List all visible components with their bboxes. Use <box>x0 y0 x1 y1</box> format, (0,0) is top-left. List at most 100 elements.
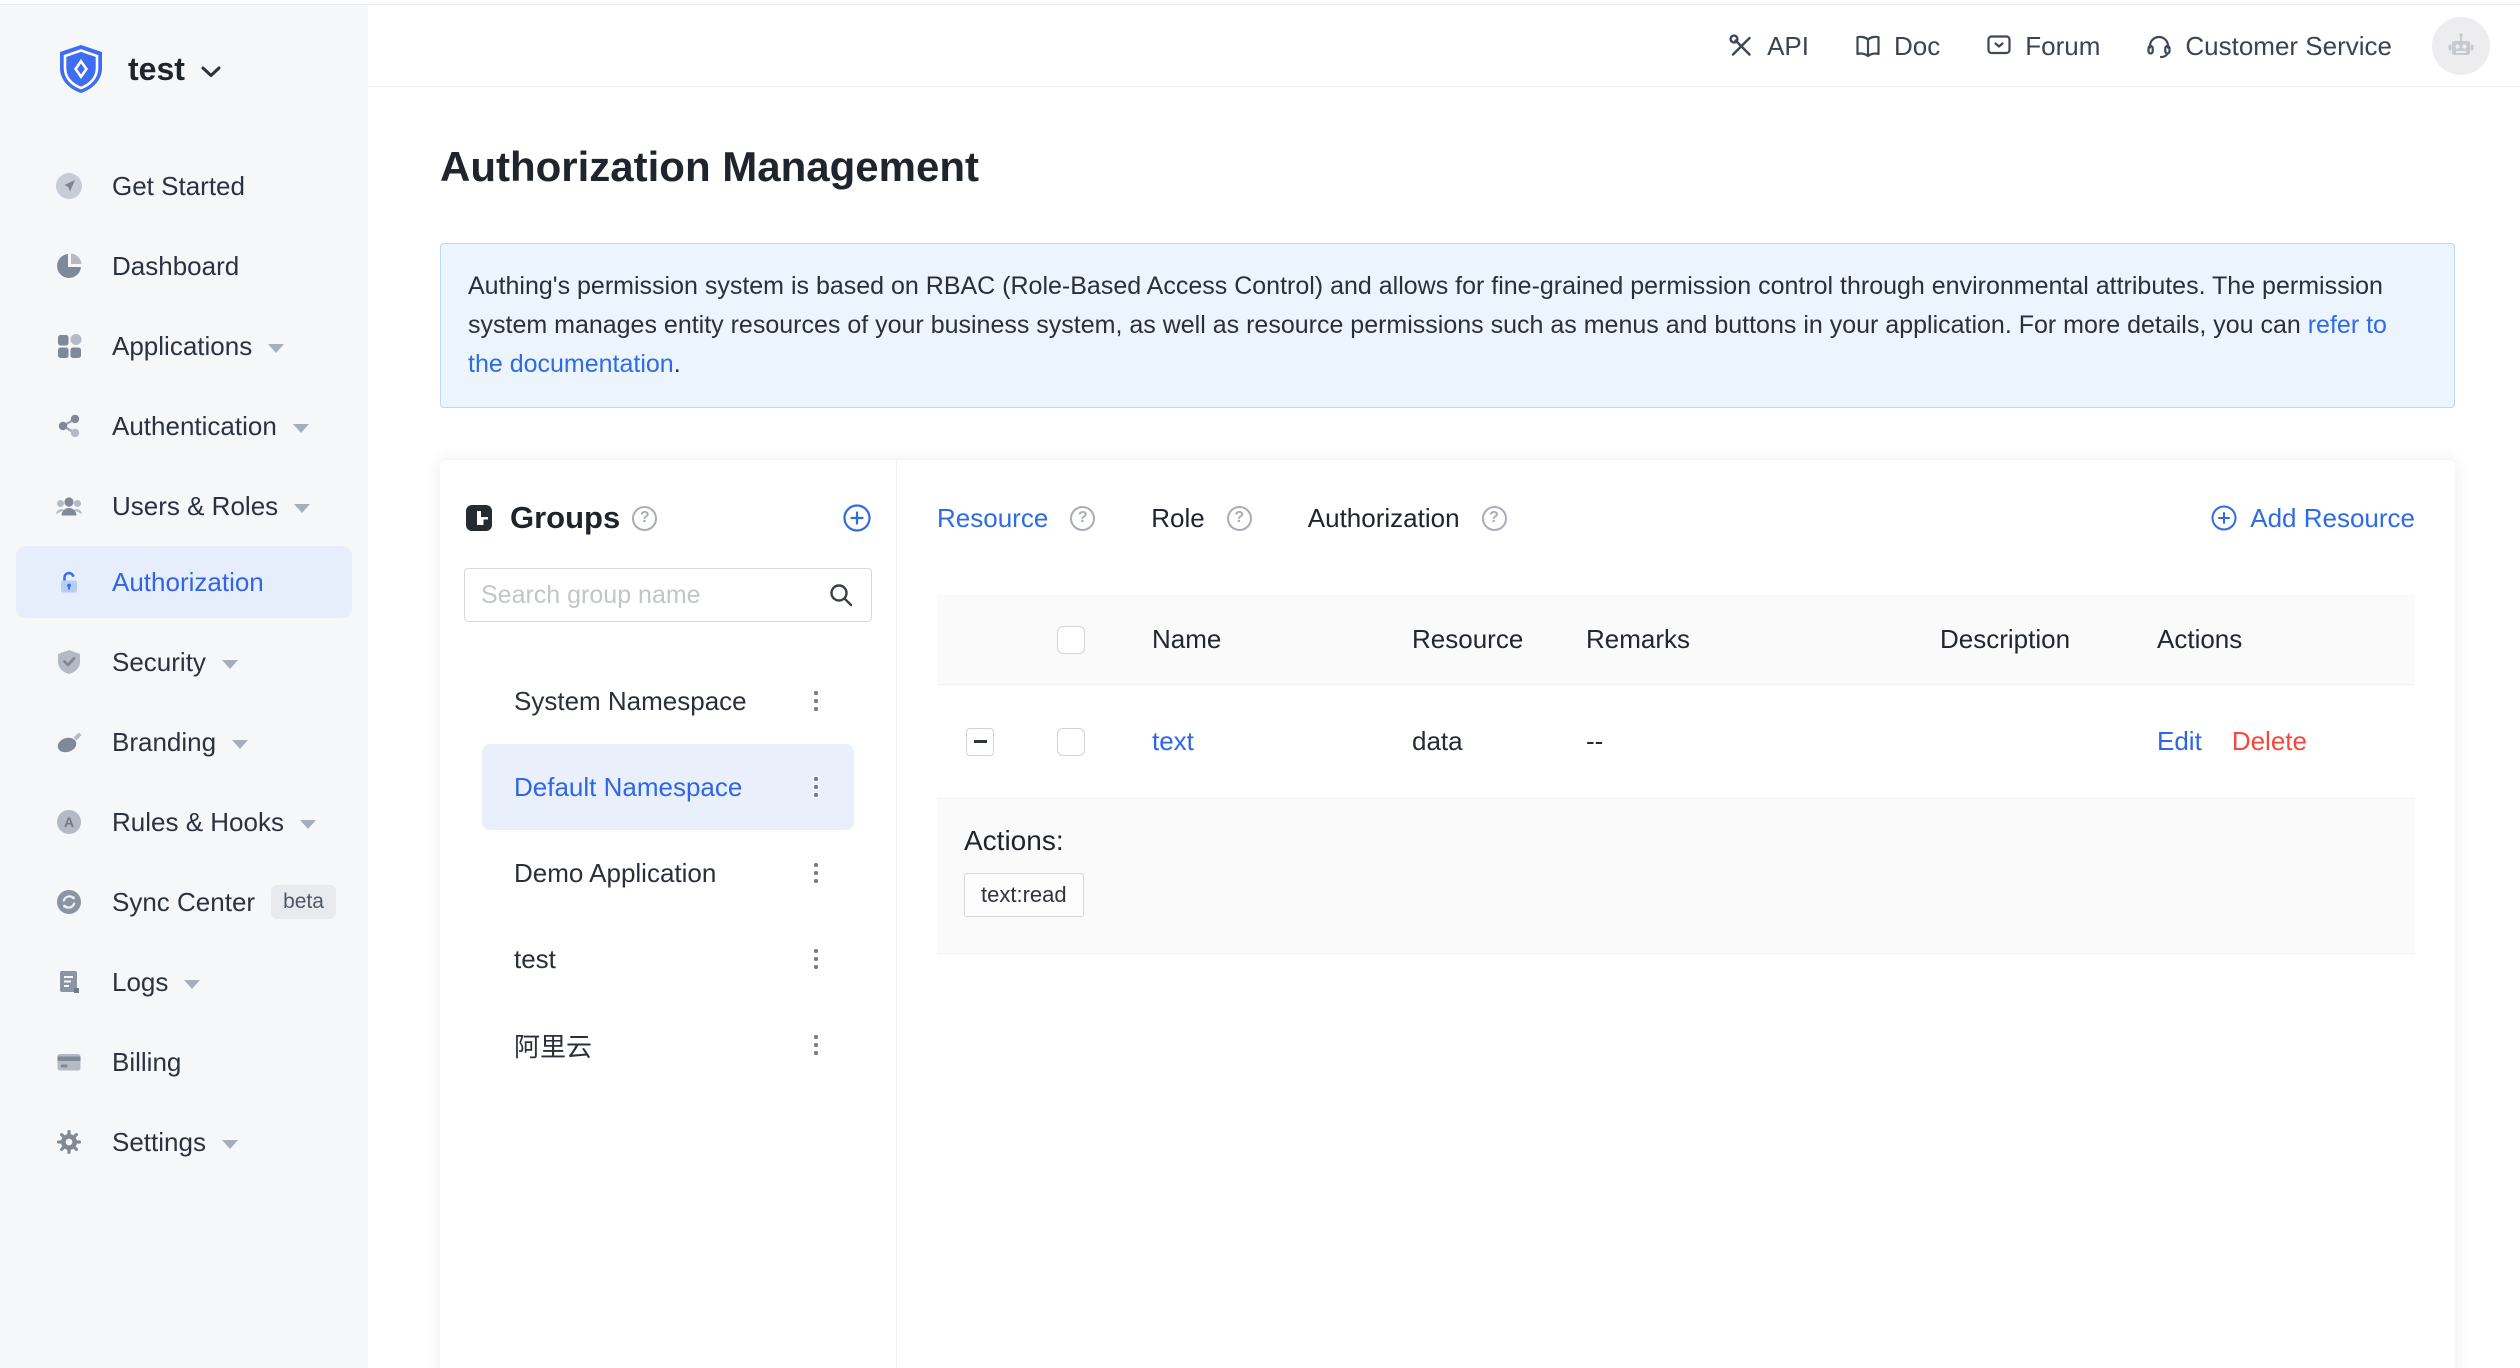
shield-check-icon <box>54 647 84 677</box>
info-banner: Authing's permission system is based on … <box>440 243 2455 408</box>
delete-button[interactable]: Delete <box>2232 726 2307 757</box>
paint-brush-icon <box>54 727 84 757</box>
expanded-row-detail: Actions: text:read <box>937 799 2415 954</box>
resource-panel: Resource ? Role ? Authorization ? Add Re… <box>897 460 2455 1368</box>
customer-service-link[interactable]: Customer Service <box>2144 31 2392 62</box>
group-list: System Namespace Default Namespace Demo … <box>464 658 872 1088</box>
beta-badge: beta <box>271 885 336 919</box>
lock-icon <box>54 567 84 597</box>
group-search-input[interactable] <box>481 581 827 610</box>
sidebar-item-dashboard[interactable]: Dashboard <box>0 226 368 306</box>
tab-role[interactable]: Role ? <box>1151 503 1251 534</box>
chevron-down-icon <box>294 504 310 513</box>
tab-authorization[interactable]: Authorization ? <box>1308 503 1507 534</box>
users-group-icon <box>54 491 84 521</box>
collapse-row-button[interactable] <box>966 728 994 756</box>
sidebar-item-billing[interactable]: Billing <box>0 1022 368 1102</box>
tabs-row: Resource ? Role ? Authorization ? Add Re… <box>937 496 2415 540</box>
column-header-name: Name <box>1119 624 1379 655</box>
chevron-down-icon <box>184 980 200 989</box>
group-search <box>464 568 872 622</box>
group-item-aliyun[interactable]: 阿里云 <box>482 1002 854 1088</box>
sidebar-item-sync-center[interactable]: Sync Center beta <box>0 862 368 942</box>
select-all-checkbox[interactable] <box>1057 626 1085 654</box>
doc-link[interactable]: Doc <box>1853 31 1940 62</box>
credit-card-icon <box>54 1047 84 1077</box>
row-actions: Edit Delete <box>2124 726 2415 757</box>
chevron-down-icon <box>222 1140 238 1149</box>
sidebar-item-authentication[interactable]: Authentication <box>0 386 368 466</box>
groups-title: Groups <box>510 500 620 536</box>
add-group-button[interactable] <box>842 503 872 533</box>
user-avatar[interactable] <box>2432 17 2490 75</box>
table-header-row: Name Resource Remarks Description Action… <box>937 595 2415 685</box>
page-title: Authorization Management <box>440 143 2520 191</box>
gear-icon <box>54 1127 84 1157</box>
sidebar-item-settings[interactable]: Settings <box>0 1102 368 1182</box>
groups-icon <box>464 503 494 533</box>
sidebar-item-branding[interactable]: Branding <box>0 702 368 782</box>
chevron-down-icon <box>268 344 284 353</box>
compass-icon <box>54 171 84 201</box>
share-nodes-icon <box>54 411 84 441</box>
row-checkbox[interactable] <box>1057 728 1085 756</box>
authorization-card: Groups ? System Namespace Default Nam <box>440 460 2455 1368</box>
banner-text: Authing's permission system is based on … <box>468 272 2383 339</box>
svg-text:A: A <box>64 814 74 830</box>
chevron-down-icon <box>300 820 316 829</box>
sidebar-item-security[interactable]: Security <box>0 622 368 702</box>
sidebar-item-authorization[interactable]: Authorization <box>16 546 352 618</box>
chevron-down-icon <box>222 660 238 669</box>
kebab-menu-icon[interactable] <box>810 685 822 717</box>
forum-link[interactable]: Forum <box>1984 31 2100 62</box>
robot-icon <box>2443 28 2479 64</box>
group-item-test[interactable]: test <box>482 916 854 1002</box>
brand-shield-logo <box>54 42 108 96</box>
kebab-menu-icon[interactable] <box>810 771 822 803</box>
apps-grid-icon <box>54 331 84 361</box>
column-header-description: Description <box>1907 624 2124 655</box>
add-resource-button[interactable]: Add Resource <box>2210 503 2415 534</box>
column-header-actions: Actions <box>2124 624 2415 655</box>
edit-button[interactable]: Edit <box>2157 726 2202 757</box>
group-item-system-namespace[interactable]: System Namespace <box>482 658 854 744</box>
table-row: text data -- Edit Delete <box>937 685 2415 799</box>
tools-icon <box>1726 31 1756 61</box>
sidebar-item-get-started[interactable]: Get Started <box>0 146 368 226</box>
kebab-menu-icon[interactable] <box>810 1029 822 1061</box>
action-tag: text:read <box>964 873 1084 917</box>
kebab-menu-icon[interactable] <box>810 943 822 975</box>
log-document-icon <box>54 967 84 997</box>
book-icon <box>1853 31 1883 61</box>
chat-bubble-icon <box>1984 31 2014 61</box>
group-item-demo-application[interactable]: Demo Application <box>482 830 854 916</box>
column-header-resource: Resource <box>1379 624 1553 655</box>
main-content: Authorization Management Authing's permi… <box>368 87 2520 1368</box>
groups-header: Groups ? <box>464 496 872 540</box>
help-icon[interactable]: ? <box>632 506 657 531</box>
sidebar-item-users-roles[interactable]: Users & Roles <box>0 466 368 546</box>
workspace-switcher[interactable]: test <box>0 6 368 98</box>
tab-resource[interactable]: Resource ? <box>937 503 1095 534</box>
plus-circle-icon <box>2210 504 2238 532</box>
help-icon[interactable]: ? <box>1482 506 1507 531</box>
letter-a-circle-icon: A <box>54 807 84 837</box>
group-item-default-namespace[interactable]: Default Namespace <box>482 744 854 830</box>
search-icon[interactable] <box>827 581 855 609</box>
remarks-cell: -- <box>1553 726 1907 757</box>
sidebar: test Get Started Dashboard Applications <box>0 6 368 1368</box>
kebab-menu-icon[interactable] <box>810 857 822 889</box>
column-header-remarks: Remarks <box>1553 624 1907 655</box>
help-icon[interactable]: ? <box>1070 506 1095 531</box>
window-top-edge <box>0 0 2520 5</box>
api-link[interactable]: API <box>1726 31 1809 62</box>
headset-icon <box>2144 31 2174 61</box>
resource-name-link[interactable]: text <box>1119 726 1379 757</box>
chevron-down-icon <box>201 66 221 78</box>
sidebar-item-logs[interactable]: Logs <box>0 942 368 1022</box>
chevron-down-icon <box>232 740 248 749</box>
help-icon[interactable]: ? <box>1227 506 1252 531</box>
sidebar-item-applications[interactable]: Applications <box>0 306 368 386</box>
sync-arrows-icon <box>54 887 84 917</box>
sidebar-item-rules-hooks[interactable]: A Rules & Hooks <box>0 782 368 862</box>
